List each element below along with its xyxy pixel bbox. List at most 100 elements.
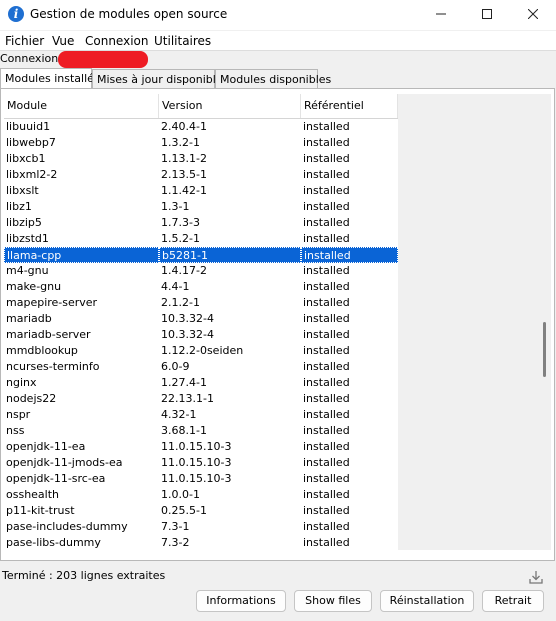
cell-referentiel: installed	[303, 232, 350, 245]
table-row[interactable]: nodejs22 22.13.1-1 installed	[4, 391, 398, 407]
table-row[interactable]: mariadb-server 10.3.32-4 installed	[4, 327, 398, 343]
download-icon[interactable]	[529, 570, 543, 584]
cell-referentiel: installed	[303, 152, 350, 165]
menu-bar: Fichier Vue Connexion Utilitaires	[0, 31, 556, 51]
cell-module: openjdk-11-jmods-ea	[6, 456, 123, 469]
table-row[interactable]: libuuid1 2.40.4-1 installed	[4, 119, 398, 135]
cell-version: 2.1.2-1	[161, 296, 200, 309]
menu-utilitaires[interactable]: Utilitaires	[154, 34, 211, 48]
cell-module: ncurses-terminfo	[6, 360, 100, 373]
cell-version: b5281-1	[159, 247, 301, 263]
cell-module: libwebp7	[6, 136, 56, 149]
connection-label: Connexion :	[0, 52, 66, 65]
maximize-button[interactable]	[464, 0, 510, 30]
cell-module: openjdk-11-ea	[6, 440, 86, 453]
cell-module: libxcb1	[6, 152, 46, 165]
cell-referentiel: installed	[303, 264, 350, 277]
cell-module: nspr	[6, 408, 31, 421]
menu-vue[interactable]: Vue	[52, 34, 74, 48]
table-row[interactable]: pase-includes-dummy 7.3-1 installed	[4, 519, 398, 535]
connection-redacted-value	[58, 51, 148, 68]
cell-module: openjdk-11-src-ea	[6, 472, 106, 485]
window-title: Gestion de modules open source	[30, 7, 228, 21]
table-row[interactable]: llama-cpp b5281-1 installed	[4, 247, 398, 263]
cell-module: pase-includes-dummy	[6, 520, 128, 533]
table-row[interactable]: p11-kit-trust 0.25.5-1 installed	[4, 503, 398, 519]
scrollbar-thumb[interactable]	[543, 322, 546, 377]
tab-installed[interactable]: Modules installés	[0, 68, 100, 88]
column-header-version[interactable]: Version	[159, 94, 301, 118]
cell-module: libzip5	[6, 216, 42, 229]
cell-version: 1.27.4-1	[161, 376, 207, 389]
retrait-button[interactable]: Retrait	[482, 590, 544, 612]
status-text: Terminé : 203 lignes extraites	[2, 569, 166, 582]
cell-referentiel: installed	[303, 424, 350, 437]
show-files-button[interactable]: Show files	[294, 590, 372, 612]
cell-referentiel: installed	[303, 296, 350, 309]
close-button[interactable]	[510, 0, 556, 30]
cell-version: 6.0-9	[161, 360, 190, 373]
cell-module: p11-kit-trust	[6, 504, 75, 517]
table-row[interactable]: libzstd1 1.5.2-1 installed	[4, 231, 398, 247]
cell-version: 10.3.32-4	[161, 312, 214, 325]
table-row[interactable]: mmdblookup 1.12.2-0seiden installed	[4, 343, 398, 359]
table-row[interactable]: osshealth 1.0.0-1 installed	[4, 487, 398, 503]
table-row[interactable]: nss 3.68.1-1 installed	[4, 423, 398, 439]
table-row[interactable]: pase-libs-dummy 7.3-2 installed	[4, 535, 398, 550]
table-row[interactable]: mariadb 10.3.32-4 installed	[4, 311, 398, 327]
table-row[interactable]: libxml2-2 2.13.5-1 installed	[4, 167, 398, 183]
cell-referentiel: installed	[303, 120, 350, 133]
minimize-button[interactable]	[418, 0, 464, 30]
tab-available[interactable]: Modules disponibles	[215, 69, 331, 88]
table-row[interactable]: m4-gnu 1.4.17-2 installed	[4, 263, 398, 279]
cell-version: 1.13.1-2	[161, 152, 207, 165]
cell-referentiel: installed	[303, 440, 350, 453]
vertical-scrollbar[interactable]	[539, 94, 551, 550]
cell-referentiel: installed	[303, 168, 350, 181]
cell-version: 1.7.3-3	[161, 216, 200, 229]
cell-version: 4.32-1	[161, 408, 197, 421]
table-row[interactable]: openjdk-11-ea 11.0.15.10-3 installed	[4, 439, 398, 455]
cell-module: osshealth	[6, 488, 60, 501]
modules-table: Module Version Référentiel libuuid1 2.40.…	[4, 94, 398, 550]
cell-module: libuuid1	[6, 120, 51, 133]
cell-version: 1.1.42-1	[161, 184, 207, 197]
cell-module: mariadb	[6, 312, 52, 325]
table-row[interactable]: libxslt 1.1.42-1 installed	[4, 183, 398, 199]
table-row[interactable]: ncurses-terminfo 6.0-9 installed	[4, 359, 398, 375]
table-row[interactable]: nginx 1.27.4-1 installed	[4, 375, 398, 391]
cell-version: 1.0.0-1	[161, 488, 200, 501]
table-row[interactable]: libxcb1 1.13.1-2 installed	[4, 151, 398, 167]
menu-fichier[interactable]: Fichier	[5, 34, 44, 48]
tab-updates[interactable]: Mises à jour disponibles	[92, 69, 228, 88]
cell-module: mapepire-server	[6, 296, 98, 309]
cell-version: 1.5.2-1	[161, 232, 200, 245]
table-row[interactable]: make-gnu 4.4-1 installed	[4, 279, 398, 295]
cell-module: pase-libs-dummy	[6, 536, 101, 549]
table-row[interactable]: nspr 4.32-1 installed	[4, 407, 398, 423]
column-header-referentiel[interactable]: Référentiel	[301, 94, 398, 118]
cell-referentiel: installed	[303, 536, 350, 549]
cell-module: llama-cpp	[4, 247, 159, 263]
cell-version: 1.3-1	[161, 200, 190, 213]
table-row[interactable]: libzip5 1.7.3-3 installed	[4, 215, 398, 231]
cell-referentiel: installed	[303, 392, 350, 405]
table-row[interactable]: mapepire-server 2.1.2-1 installed	[4, 295, 398, 311]
menu-connexion[interactable]: Connexion	[85, 34, 149, 48]
table-row[interactable]: openjdk-11-jmods-ea 11.0.15.10-3 installed	[4, 455, 398, 471]
table-row[interactable]: openjdk-11-src-ea 11.0.15.10-3 installed	[4, 471, 398, 487]
table-row[interactable]: libwebp7 1.3.2-1 installed	[4, 135, 398, 151]
reinstallation-button[interactable]: Réinstallation	[380, 590, 474, 612]
cell-referentiel: installed	[301, 247, 398, 263]
table-row[interactable]: libz1 1.3-1 installed	[4, 199, 398, 215]
cell-referentiel: installed	[303, 456, 350, 469]
title-bar: i Gestion de modules open source	[0, 0, 556, 30]
column-header-module[interactable]: Module	[4, 94, 159, 118]
cell-module: nginx	[6, 376, 37, 389]
cell-version: 10.3.32-4	[161, 328, 214, 341]
cell-referentiel: installed	[303, 328, 350, 341]
informations-button[interactable]: Informations	[196, 590, 286, 612]
cell-referentiel: installed	[303, 184, 350, 197]
cell-version: 4.4-1	[161, 280, 190, 293]
cell-module: mmdblookup	[6, 344, 78, 357]
